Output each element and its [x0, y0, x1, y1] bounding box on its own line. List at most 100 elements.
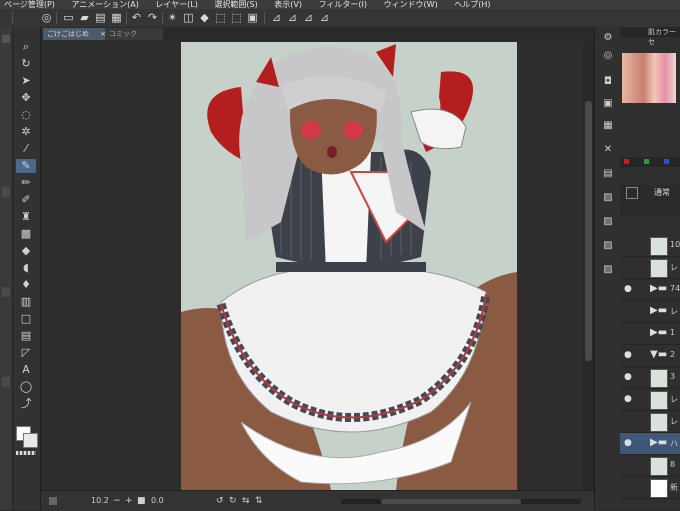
- flip-vertical-icon[interactable]: ⇅: [255, 491, 263, 511]
- eyedropper-tool-icon[interactable]: ⁄: [16, 142, 36, 156]
- layer-color-icon[interactable]: [626, 187, 638, 199]
- figure-tool-icon[interactable]: □: [16, 312, 36, 326]
- layer-row[interactable]: ● レ: [620, 389, 680, 411]
- undo-icon[interactable]: ↶: [130, 11, 143, 24]
- text-tool-icon[interactable]: A: [16, 363, 36, 377]
- zoom-out-icon[interactable]: −: [113, 491, 121, 511]
- brush-tool-icon[interactable]: ✐: [16, 193, 36, 207]
- blend-tool-icon[interactable]: ◖: [16, 261, 36, 275]
- menu-item-page[interactable]: ページ管理(P): [4, 0, 55, 9]
- frame-border-tool-icon[interactable]: ▤: [16, 329, 36, 343]
- canvas-paper[interactable]: [181, 42, 517, 490]
- perspective-snap-icon[interactable]: ⊿: [318, 11, 331, 24]
- app-menu-icon[interactable]: ⚙: [601, 31, 615, 45]
- deselect-icon[interactable]: ⬚: [230, 11, 243, 24]
- magic-wand-tool-icon[interactable]: ✲: [16, 125, 36, 139]
- vertical-scrollbar[interactable]: [583, 41, 594, 490]
- color-dot-red[interactable]: [624, 159, 629, 164]
- zoom-tool-icon[interactable]: ⌕: [16, 40, 36, 54]
- panel-toggle-icon[interactable]: [2, 287, 10, 297]
- visibility-eye-icon[interactable]: ●: [624, 284, 634, 294]
- layer-row-selected[interactable]: ● ▶▬ ハ: [620, 433, 680, 455]
- menu-item-layer[interactable]: レイヤー(L): [155, 0, 197, 9]
- layer-row[interactable]: 新: [620, 477, 680, 499]
- scrollbar-thumb[interactable]: [585, 101, 592, 361]
- visibility-eye-icon[interactable]: ●: [624, 350, 634, 360]
- layer-row[interactable]: ● 3: [620, 367, 680, 389]
- sub-color-swatch[interactable]: [23, 433, 38, 448]
- image-icon[interactable]: ▨: [601, 191, 615, 205]
- ruler-tool-icon[interactable]: ◸: [16, 346, 36, 360]
- layer-row[interactable]: ● ▼▬ 2: [620, 345, 680, 367]
- special-ruler-snap-icon[interactable]: ⊿: [286, 11, 299, 24]
- scrollbar-thumb[interactable]: [381, 499, 521, 504]
- pen-tool-icon[interactable]: ✎: [16, 159, 36, 173]
- correct-line-tool-icon[interactable]: ⤴: [16, 397, 36, 411]
- color-dot-green[interactable]: [644, 159, 649, 164]
- visibility-eye-icon[interactable]: ●: [624, 394, 634, 404]
- save-icon[interactable]: ▤: [94, 11, 107, 24]
- layer-row[interactable]: 8: [620, 455, 680, 477]
- transform-icon[interactable]: ◆: [198, 11, 211, 24]
- close-panel-icon[interactable]: ✕: [601, 143, 615, 157]
- color-dot-blue[interactable]: [664, 159, 669, 164]
- fill-tool-icon[interactable]: ♦: [16, 278, 36, 292]
- zoom-value[interactable]: 10.2: [91, 491, 109, 511]
- balloon-tool-icon[interactable]: ◯: [16, 380, 36, 394]
- tab-active-document[interactable]: ごけごはじめ ×: [43, 28, 109, 40]
- menu-item-filter[interactable]: フィルター(I): [319, 0, 367, 9]
- layer-property-icon[interactable]: ▣: [601, 97, 615, 111]
- image-icon[interactable]: ▨: [601, 239, 615, 253]
- gradient-tool-icon[interactable]: ▥: [16, 295, 36, 309]
- move-tool-icon[interactable]: ✥: [16, 91, 36, 105]
- rotate-tool-icon[interactable]: ↻: [16, 57, 36, 71]
- blend-mode-select[interactable]: 通常: [654, 187, 670, 198]
- tool-property-icon[interactable]: ▦: [601, 119, 615, 133]
- dock-handle-icon[interactable]: [2, 35, 10, 43]
- panel-toggle-icon[interactable]: [2, 377, 10, 387]
- select-all-icon[interactable]: ⬚: [214, 11, 227, 24]
- lasso-tool-icon[interactable]: ◌: [16, 108, 36, 122]
- app-logo-icon[interactable]: ◎: [40, 11, 53, 24]
- print-icon[interactable]: ▦: [110, 11, 123, 24]
- open-folder-icon[interactable]: ▰: [78, 11, 91, 24]
- trash-icon[interactable]: [2, 187, 10, 197]
- menu-item-window[interactable]: ウィンドウ(W): [384, 0, 438, 9]
- layer-row[interactable]: ▶▬ 1: [620, 323, 680, 345]
- camera-icon[interactable]: ◘: [601, 75, 615, 89]
- layer-row[interactable]: レ: [620, 257, 680, 279]
- history-icon[interactable]: ▤: [601, 167, 615, 181]
- ruler-snap-icon[interactable]: ⊿: [270, 11, 283, 24]
- flip-horizontal-icon[interactable]: ⇆: [242, 491, 250, 511]
- fit-icon[interactable]: ■: [137, 491, 146, 511]
- decoration-tool-icon[interactable]: ▩: [16, 227, 36, 241]
- layer-row[interactable]: 10: [620, 235, 680, 257]
- visibility-eye-icon[interactable]: ●: [624, 372, 634, 382]
- color-set-swatches[interactable]: [622, 53, 676, 103]
- airbrush-tool-icon[interactable]: ♜: [16, 210, 36, 224]
- transparent-color-icon[interactable]: [16, 451, 36, 455]
- horizontal-scrollbar[interactable]: [341, 499, 581, 504]
- navigator-icon[interactable]: [49, 497, 57, 505]
- fill-icon[interactable]: ◫: [182, 11, 195, 24]
- eraser-tool-icon[interactable]: ◆: [16, 244, 36, 258]
- navigator-icon[interactable]: ◎: [601, 49, 615, 63]
- redo-icon[interactable]: ↷: [146, 11, 159, 24]
- menu-item-help[interactable]: ヘルプ(H): [454, 0, 490, 9]
- clear-icon[interactable]: ✴: [166, 11, 179, 24]
- menu-item-view[interactable]: 表示(V): [274, 0, 302, 9]
- visibility-eye-icon[interactable]: ●: [624, 438, 634, 448]
- pencil-tool-icon[interactable]: ✏: [16, 176, 36, 190]
- new-file-icon[interactable]: ▭: [62, 11, 75, 24]
- image-icon[interactable]: ▨: [601, 215, 615, 229]
- grid-snap-icon[interactable]: ⊿: [302, 11, 315, 24]
- rotate-left-icon[interactable]: ↺: [216, 491, 224, 511]
- invert-selection-icon[interactable]: ▣: [246, 11, 259, 24]
- object-select-tool-icon[interactable]: ➤: [16, 74, 36, 88]
- rotate-right-icon[interactable]: ↻: [229, 491, 237, 511]
- tab-comic[interactable]: コミック: [105, 28, 163, 40]
- menu-item-animation[interactable]: アニメーション(A): [71, 0, 138, 9]
- layer-row[interactable]: ● ▶▬ 74: [620, 279, 680, 301]
- menu-item-selection[interactable]: 選択範囲(S): [214, 0, 257, 9]
- image-icon[interactable]: ▨: [601, 263, 615, 277]
